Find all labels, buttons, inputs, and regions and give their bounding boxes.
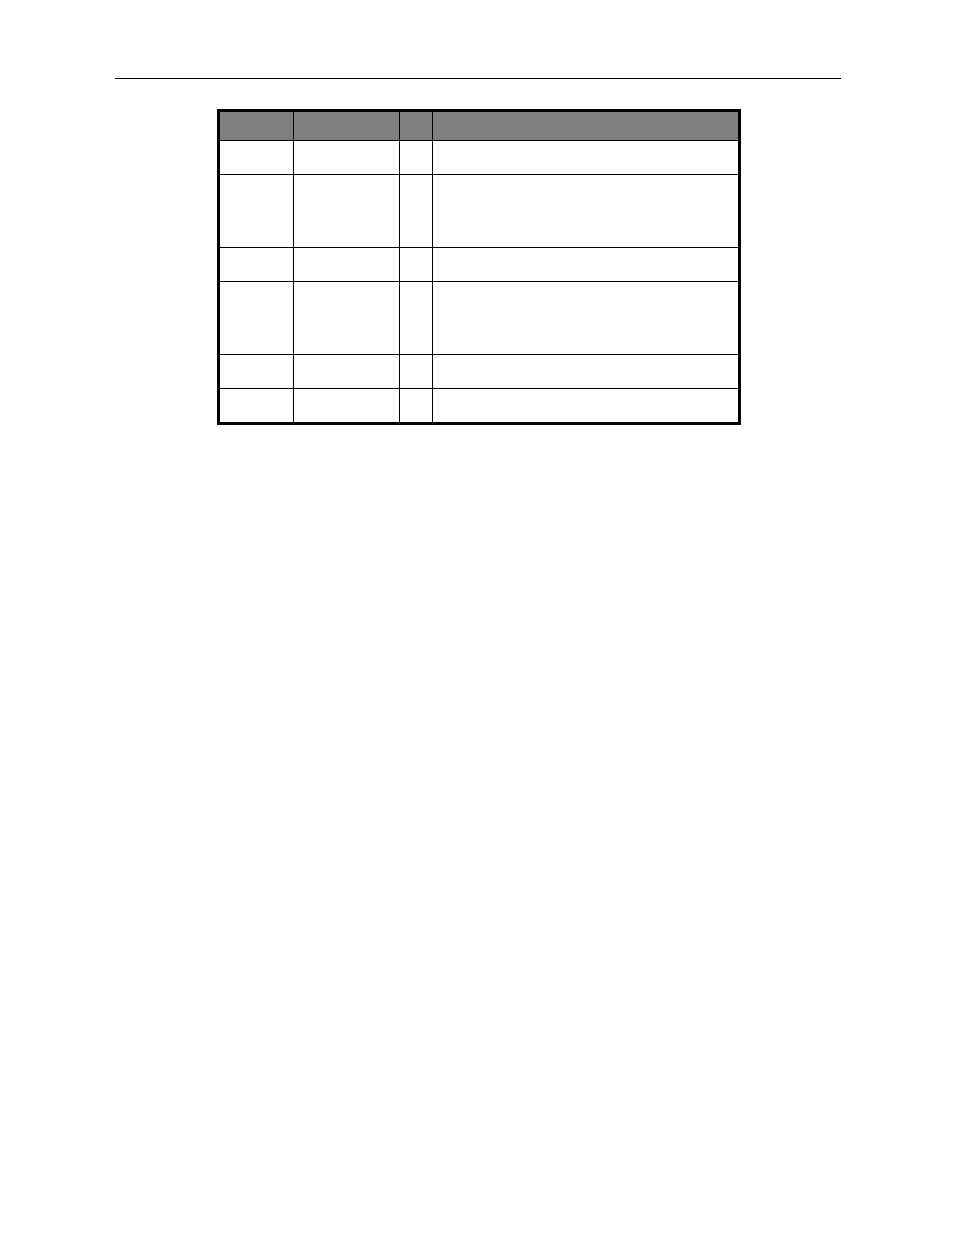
table-cell [294,175,400,248]
table-cell [220,141,294,175]
table-cell [433,389,739,423]
data-table-wrap [217,109,741,425]
table-cell [294,282,400,355]
table-cell [433,355,739,389]
table-cell [400,141,433,175]
table-cell [294,248,400,282]
table-cell [294,389,400,423]
table-cell [400,389,433,423]
table-row [220,355,739,389]
table-cell [220,389,294,423]
table-row [220,282,739,355]
table-cell [220,175,294,248]
header-rule [115,78,841,79]
table-cell [220,355,294,389]
table-row [220,141,739,175]
table-header-cell [433,112,739,141]
table-header-cell [294,112,400,141]
table-header-cell [400,112,433,141]
page-container [0,0,954,1235]
table-cell [400,282,433,355]
table-cell [400,248,433,282]
table-row [220,389,739,423]
table-cell [294,141,400,175]
table-cell [400,175,433,248]
table-cell [220,248,294,282]
table-row [220,248,739,282]
table-cell [220,282,294,355]
table-cell [433,175,739,248]
table-row [220,175,739,248]
table-cell [433,141,739,175]
table-header-cell [220,112,294,141]
table-header-row [220,112,739,141]
table-cell [433,248,739,282]
data-table [219,111,739,423]
table-cell [433,282,739,355]
table-cell [400,355,433,389]
table-cell [294,355,400,389]
